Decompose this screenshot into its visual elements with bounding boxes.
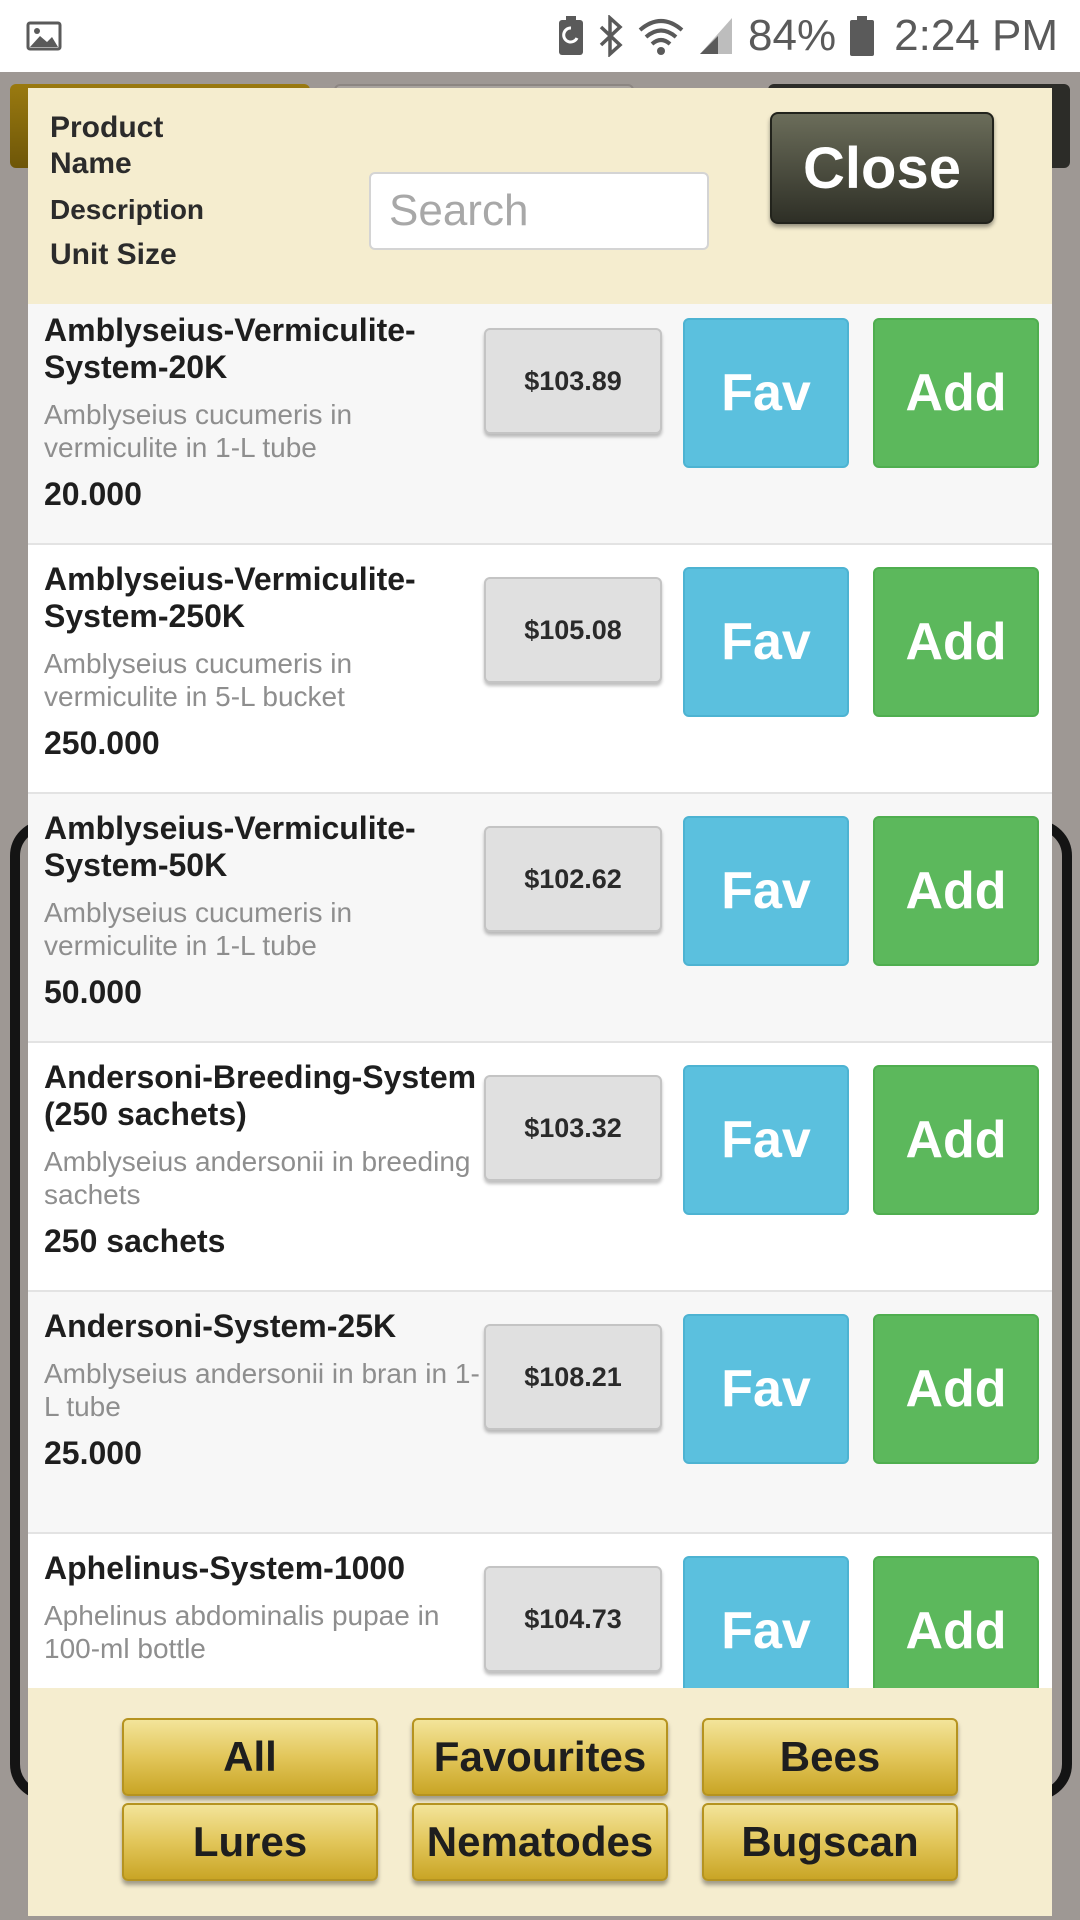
product-row: Amblyseius-Vermiculite-System-50K Amblys…: [28, 794, 1052, 1043]
product-description: Amblyseius andersonii in bran in 1-L tub…: [44, 1358, 480, 1422]
product-description: Amblyseius cucumeris in vermiculite in 1…: [44, 897, 353, 961]
fav-button[interactable]: Fav: [683, 318, 849, 468]
product-description: Amblyseius cucumeris in vermiculite in 5…: [44, 648, 353, 712]
fav-button[interactable]: Fav: [683, 1556, 849, 1688]
product-name: Aphelinus-System-1000: [44, 1550, 406, 1586]
category-nematodes-button[interactable]: Nematodes: [412, 1803, 668, 1881]
clock: 2:24 PM: [894, 11, 1058, 60]
product-row: Andersoni-System-25K Amblyseius anderson…: [28, 1292, 1052, 1534]
category-all-button[interactable]: All: [122, 1718, 378, 1796]
bluetooth-icon: [599, 15, 623, 57]
image-icon: [26, 21, 62, 51]
price-button[interactable]: $103.89: [484, 328, 662, 434]
product-name: Amblyseius-Vermiculite-System-250K: [44, 561, 416, 634]
product-row: Amblyseius-Vermiculite-System-20K Amblys…: [28, 304, 1052, 545]
product-name: Andersoni-Breeding-System (250 sachets): [44, 1059, 477, 1132]
product-description: Amblyseius andersonii in breeding sachet…: [44, 1146, 471, 1210]
add-button[interactable]: Add: [873, 1314, 1039, 1464]
category-lures-button[interactable]: Lures: [122, 1803, 378, 1881]
price-button[interactable]: $105.08: [484, 577, 662, 683]
product-row: Andersoni-Breeding-System (250 sachets) …: [28, 1043, 1052, 1292]
product-description: Aphelinus abdominalis pupae in 100-ml bo…: [44, 1600, 440, 1664]
price-button[interactable]: $102.62: [484, 826, 662, 932]
product-name: Amblyseius-Vermiculite-System-20K: [44, 312, 416, 385]
category-favourites-button[interactable]: Favourites: [412, 1718, 668, 1796]
fav-button[interactable]: Fav: [683, 1065, 849, 1215]
label-product-name: Product Name: [50, 111, 164, 180]
price-button[interactable]: $104.73: [484, 1566, 662, 1672]
column-labels: Product Name Description Unit Size: [50, 110, 210, 272]
product-list[interactable]: Amblyseius-Vermiculite-System-20K Amblys…: [28, 304, 1052, 1688]
add-button[interactable]: Add: [873, 1556, 1039, 1688]
label-unit-size: Unit Size: [50, 238, 177, 271]
wifi-icon: [638, 19, 684, 55]
signal-icon: [700, 18, 733, 54]
modal-header: Product Name Description Unit Size Close: [28, 88, 1052, 304]
add-button[interactable]: Add: [873, 816, 1039, 966]
product-unit-size: 250 sachets: [44, 1223, 226, 1259]
fav-button[interactable]: Fav: [683, 567, 849, 717]
battery-percent: 84%: [748, 11, 837, 60]
price-button[interactable]: $103.32: [484, 1075, 662, 1181]
add-button[interactable]: Add: [873, 1065, 1039, 1215]
product-name: Andersoni-System-25K: [44, 1308, 397, 1344]
fav-button[interactable]: Fav: [683, 816, 849, 966]
category-footer: All Favourites Bees Lures Nematodes Bugs…: [28, 1688, 1052, 1916]
category-bees-button[interactable]: Bees: [702, 1718, 958, 1796]
fav-button[interactable]: Fav: [683, 1314, 849, 1464]
add-button[interactable]: Add: [873, 567, 1039, 717]
product-unit-size: 25.000: [44, 1435, 142, 1471]
battery-saver-icon: [559, 16, 584, 55]
product-unit-size: 50.000: [44, 974, 142, 1010]
product-unit-size: 250.000: [44, 725, 160, 761]
status-bar: 84% 2:24 PM: [0, 0, 1080, 72]
battery-icon: [850, 16, 875, 56]
price-button[interactable]: $108.21: [484, 1324, 662, 1430]
product-picker-modal: Product Name Description Unit Size Close…: [28, 88, 1052, 1916]
product-name: Amblyseius-Vermiculite-System-50K: [44, 810, 416, 883]
close-button[interactable]: Close: [770, 112, 994, 224]
product-description: Amblyseius cucumeris in vermiculite in 1…: [44, 399, 353, 463]
label-description: Description: [50, 194, 205, 225]
product-row: Aphelinus-System-1000 Aphelinus abdomina…: [28, 1534, 1052, 1688]
search-input[interactable]: [369, 172, 709, 250]
add-button[interactable]: Add: [873, 318, 1039, 468]
product-unit-size: 20.000: [44, 476, 142, 512]
product-row: Amblyseius-Vermiculite-System-250K Ambly…: [28, 545, 1052, 794]
category-bugscan-button[interactable]: Bugscan: [702, 1803, 958, 1881]
